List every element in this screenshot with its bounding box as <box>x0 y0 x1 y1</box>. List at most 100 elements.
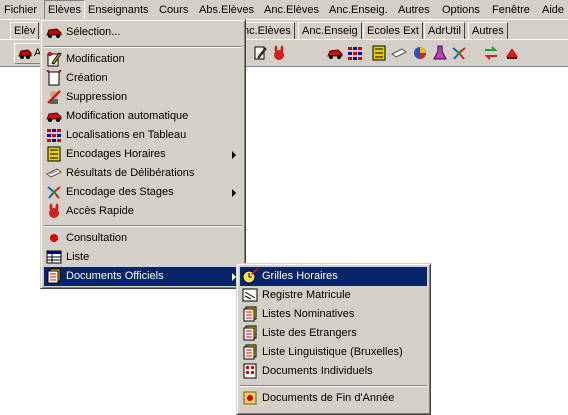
menu-fichier[interactable]: Fichier <box>4 3 37 17</box>
menu-item-label: Sélection... <box>66 26 121 38</box>
eleves-menu: Sélection... Modification Création Suppr… <box>40 19 246 289</box>
menu-item-acces-rapide[interactable]: Accès Rapide <box>44 202 242 221</box>
clock-pencil-icon <box>242 268 258 284</box>
menu-fenetre[interactable]: Fenêtre <box>492 3 530 17</box>
menu-item-selection[interactable]: Sélection... <box>44 23 242 42</box>
menu-item-label: Liste Linguistique (Bruxelles) <box>262 346 403 358</box>
menu-item-localisations[interactable]: Localisations en Tableau <box>44 126 242 145</box>
timetable-icon <box>372 45 386 61</box>
edit-icon <box>254 46 267 60</box>
submenu-item-grilles-horaires[interactable]: Grilles Horaires <box>240 267 427 286</box>
menu-item-consultation[interactable]: Consultation <box>44 229 242 248</box>
toolbar-exit-button[interactable] <box>504 45 520 61</box>
certificate-icon <box>242 390 258 406</box>
menu-separator <box>240 385 427 387</box>
auto-car-icon <box>46 108 62 124</box>
toolbar-chart-button[interactable] <box>412 45 428 61</box>
tab-anc-enseig[interactable]: Anc.Enseig <box>298 22 362 39</box>
menu-autres[interactable]: Autres <box>398 3 430 17</box>
submenu-item-documents-individuels[interactable]: Documents Individuels <box>240 362 427 381</box>
car-icon <box>46 24 62 40</box>
menu-separator <box>44 225 242 227</box>
menu-item-label: Registre Matricule <box>262 289 351 301</box>
car-icon <box>18 49 32 59</box>
stage-icon <box>46 184 62 200</box>
menu-item-label: Localisations en Tableau <box>66 129 187 141</box>
menu-item-label: Accès Rapide <box>66 205 134 217</box>
menu-anc-enseig[interactable]: Anc.Enseig. <box>329 3 388 17</box>
menu-item-modification[interactable]: Modification <box>44 50 242 69</box>
menu-item-label: Documents Officiels <box>66 270 164 282</box>
menu-bar: Fichier Elèves Enseignants Cours Abs.Elè… <box>0 0 568 20</box>
red-dot-icon <box>46 230 62 246</box>
create-icon <box>46 70 62 86</box>
menu-item-label: Documents Individuels <box>262 365 373 377</box>
delete-icon <box>46 89 62 105</box>
rabbit-icon <box>46 203 62 219</box>
menu-anc-eleves[interactable]: Anc.Elèves <box>264 3 319 17</box>
chart-icon <box>414 47 426 59</box>
menu-item-encodages-horaires[interactable]: Encodages Horaires <box>44 145 242 164</box>
menu-item-label: Listes Nominatives <box>262 308 355 320</box>
swap-arrows-icon <box>484 46 498 60</box>
menu-item-liste[interactable]: Liste <box>44 248 242 267</box>
edit-icon <box>46 51 62 67</box>
menu-item-encodage-stages[interactable]: Encodage des Stages <box>44 183 242 202</box>
tab-anc-eleves[interactable]: nc.Elèves <box>239 22 295 39</box>
list-icon <box>46 249 62 265</box>
tab-autres[interactable]: Autres <box>468 22 508 39</box>
car-icon <box>327 49 343 59</box>
menu-item-label: Création <box>66 72 108 84</box>
grid-icon <box>46 127 62 143</box>
menu-separator <box>44 46 242 48</box>
menu-abs-eleves[interactable]: Abs.Elèves <box>199 3 254 17</box>
submenu-arrow-icon <box>232 189 236 197</box>
menu-aide[interactable]: Aide <box>542 3 564 17</box>
menu-item-label: Modification automatique <box>66 110 189 122</box>
submenu-item-documents-fin-annee[interactable]: Documents de Fin d'Année <box>240 389 427 408</box>
submenu-arrow-icon <box>232 151 236 159</box>
diploma-icon <box>46 165 62 181</box>
menu-item-label: Encodage des Stages <box>66 186 174 198</box>
submenu-item-registre-matricule[interactable]: Registre Matricule <box>240 286 427 305</box>
toolbar-grid-button[interactable] <box>347 45 363 61</box>
toolbar-edit-button[interactable] <box>252 45 268 61</box>
doc-icon <box>242 325 258 341</box>
tab-adrutil[interactable]: AdrUtil <box>424 22 466 39</box>
menu-item-creation[interactable]: Création <box>44 69 242 88</box>
menu-item-label: Grilles Horaires <box>262 270 338 282</box>
menu-item-resultats-deliberations[interactable]: Résultats de Délibérations <box>44 164 242 183</box>
menu-cours[interactable]: Cours <box>159 3 188 17</box>
exit-icon <box>506 48 518 59</box>
toolbar-swap-button[interactable] <box>483 45 499 61</box>
toolbar-flask-button[interactable] <box>432 45 448 61</box>
menu-item-label: Modification <box>66 53 125 65</box>
menu-item-label: Résultats de Délibérations <box>66 167 195 179</box>
menu-item-documents-officiels[interactable]: Documents Officiels <box>44 267 242 286</box>
menu-item-suppression[interactable]: Suppression <box>44 88 242 107</box>
toolbar-timetable-button[interactable] <box>371 45 387 61</box>
menu-options[interactable]: Options <box>442 3 480 17</box>
toolbar-car-button[interactable] <box>327 45 343 61</box>
tab-eleves[interactable]: Elèv <box>10 22 40 39</box>
documents-officiels-submenu: Grilles Horaires Registre Matricule List… <box>236 263 431 415</box>
menu-enseignants[interactable]: Enseignants <box>88 3 149 17</box>
toolbar-stage-button[interactable] <box>451 45 467 61</box>
diploma-icon <box>391 48 407 58</box>
grid-icon <box>348 47 362 60</box>
submenu-item-liste-etrangers[interactable]: Liste des Etrangers <box>240 324 427 343</box>
toolbar-rabbit-button[interactable] <box>271 45 287 61</box>
menu-eleves[interactable]: Elèves <box>44 0 86 19</box>
stage-icon <box>452 47 466 60</box>
tab-ecoles-ext[interactable]: Ecoles Ext <box>363 22 423 39</box>
menu-item-label: Encodages Horaires <box>66 148 166 160</box>
submenu-item-listes-nominatives[interactable]: Listes Nominatives <box>240 305 427 324</box>
submenu-item-liste-linguistique[interactable]: Liste Linguistique (Bruxelles) <box>240 343 427 362</box>
toolbar-diploma-button[interactable] <box>391 45 407 61</box>
menu-item-label: Liste <box>66 251 90 263</box>
rabbit-icon <box>274 45 284 60</box>
timetable-icon <box>46 146 62 162</box>
menu-item-modification-automatique[interactable]: Modification automatique <box>44 107 242 126</box>
documents-icon <box>46 268 62 284</box>
doc-icon <box>242 306 258 322</box>
